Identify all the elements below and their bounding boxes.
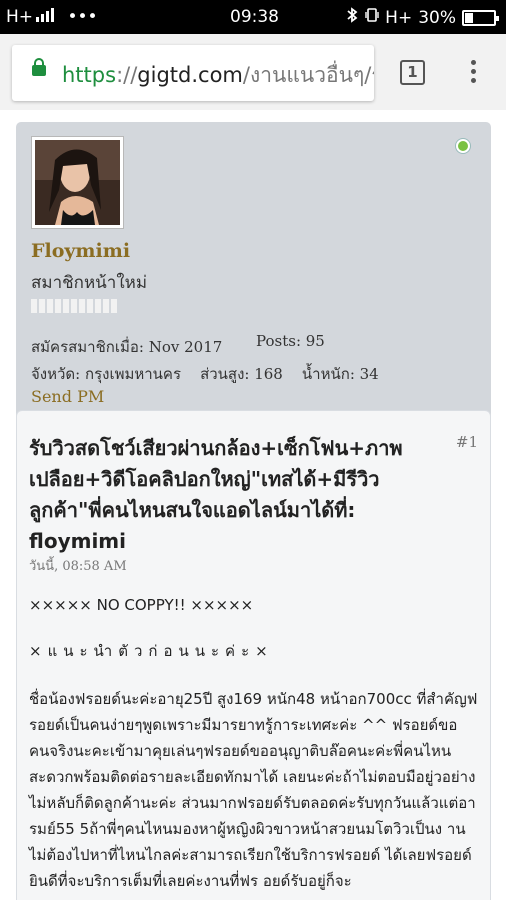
more-notifications-label: •••	[67, 7, 98, 27]
url-text[interactable]: https://gigtd.com/งานแนวอื่นๆ/รั	[62, 59, 374, 92]
post-intro-heading: ×แนะนำตัวก่อนนะค่ะ×	[29, 642, 274, 660]
url-path: /งานแนวอื่นๆ/รั	[242, 63, 374, 87]
signal-icon	[36, 8, 55, 22]
battery-percent: 30%	[418, 7, 456, 28]
vibrate-icon	[365, 7, 379, 28]
clock: 09:38	[230, 7, 279, 27]
post-count: Posts: 95	[256, 332, 325, 350]
post-number[interactable]: #1	[456, 433, 478, 451]
join-date: สมัครสมาชิกเมื่อ: Nov 2017	[31, 338, 223, 356]
network-type-label: H+	[385, 7, 413, 28]
forum-post: #1 รับวิวสดโชว์เสียวผ่านกล้อง+เซ็กโฟน+ภา…	[16, 410, 491, 900]
signal-area: H+ •••	[6, 7, 98, 27]
online-status-icon	[456, 139, 470, 153]
overflow-menu-icon[interactable]	[466, 60, 480, 88]
lock-icon	[32, 58, 46, 76]
post-title: รับวิวสดโชว์เสียวผ่านกล้อง+เซ็กโฟน+ภาพเป…	[29, 436, 403, 553]
username[interactable]: Floymimi	[31, 240, 130, 262]
bluetooth-icon	[345, 7, 359, 28]
avatar-photo	[35, 140, 120, 225]
send-pm-link[interactable]: Send PM	[31, 387, 104, 406]
browser-toolbar: https://gigtd.com/งานแนวอื่นๆ/รั 1	[0, 34, 506, 110]
reputation-bar	[31, 299, 117, 313]
user-title: สมาชิกหน้าใหม่	[31, 273, 148, 293]
user-details: จังหวัด: กรุงเพมหานคร ส่วนสูง: 168 น้ำหน…	[31, 365, 379, 383]
carrier-label: H+	[6, 7, 34, 27]
battery-icon	[462, 9, 499, 26]
post-notice: ××××× NO COPPY!! ×××××	[29, 596, 254, 614]
post-body: ชื่อน้องฟรอยด์นะค่ะอายุ25ปี สูง169 หนัก4…	[29, 690, 478, 890]
tab-switcher-button[interactable]: 1	[400, 60, 425, 85]
address-bar[interactable]: https://gigtd.com/งานแนวอื่นๆ/รั	[12, 45, 374, 101]
forum-page: Floymimi สมาชิกหน้าใหม่ สมัครสมาชิกเมื่อ…	[0, 110, 506, 900]
system-icons: H+ 30%	[345, 7, 499, 28]
url-separator: ://	[116, 63, 138, 87]
url-scheme: https	[62, 63, 117, 87]
url-host: gigtd.com	[137, 63, 243, 87]
battery-fill	[465, 12, 473, 23]
avatar[interactable]	[31, 136, 124, 229]
post-date: วันนี้, 08:58 AM	[29, 559, 127, 574]
status-bar: H+ ••• 09:38 H+ 30%	[0, 0, 506, 34]
user-profile-card: Floymimi สมาชิกหน้าใหม่ สมัครสมาชิกเมื่อ…	[16, 122, 491, 422]
